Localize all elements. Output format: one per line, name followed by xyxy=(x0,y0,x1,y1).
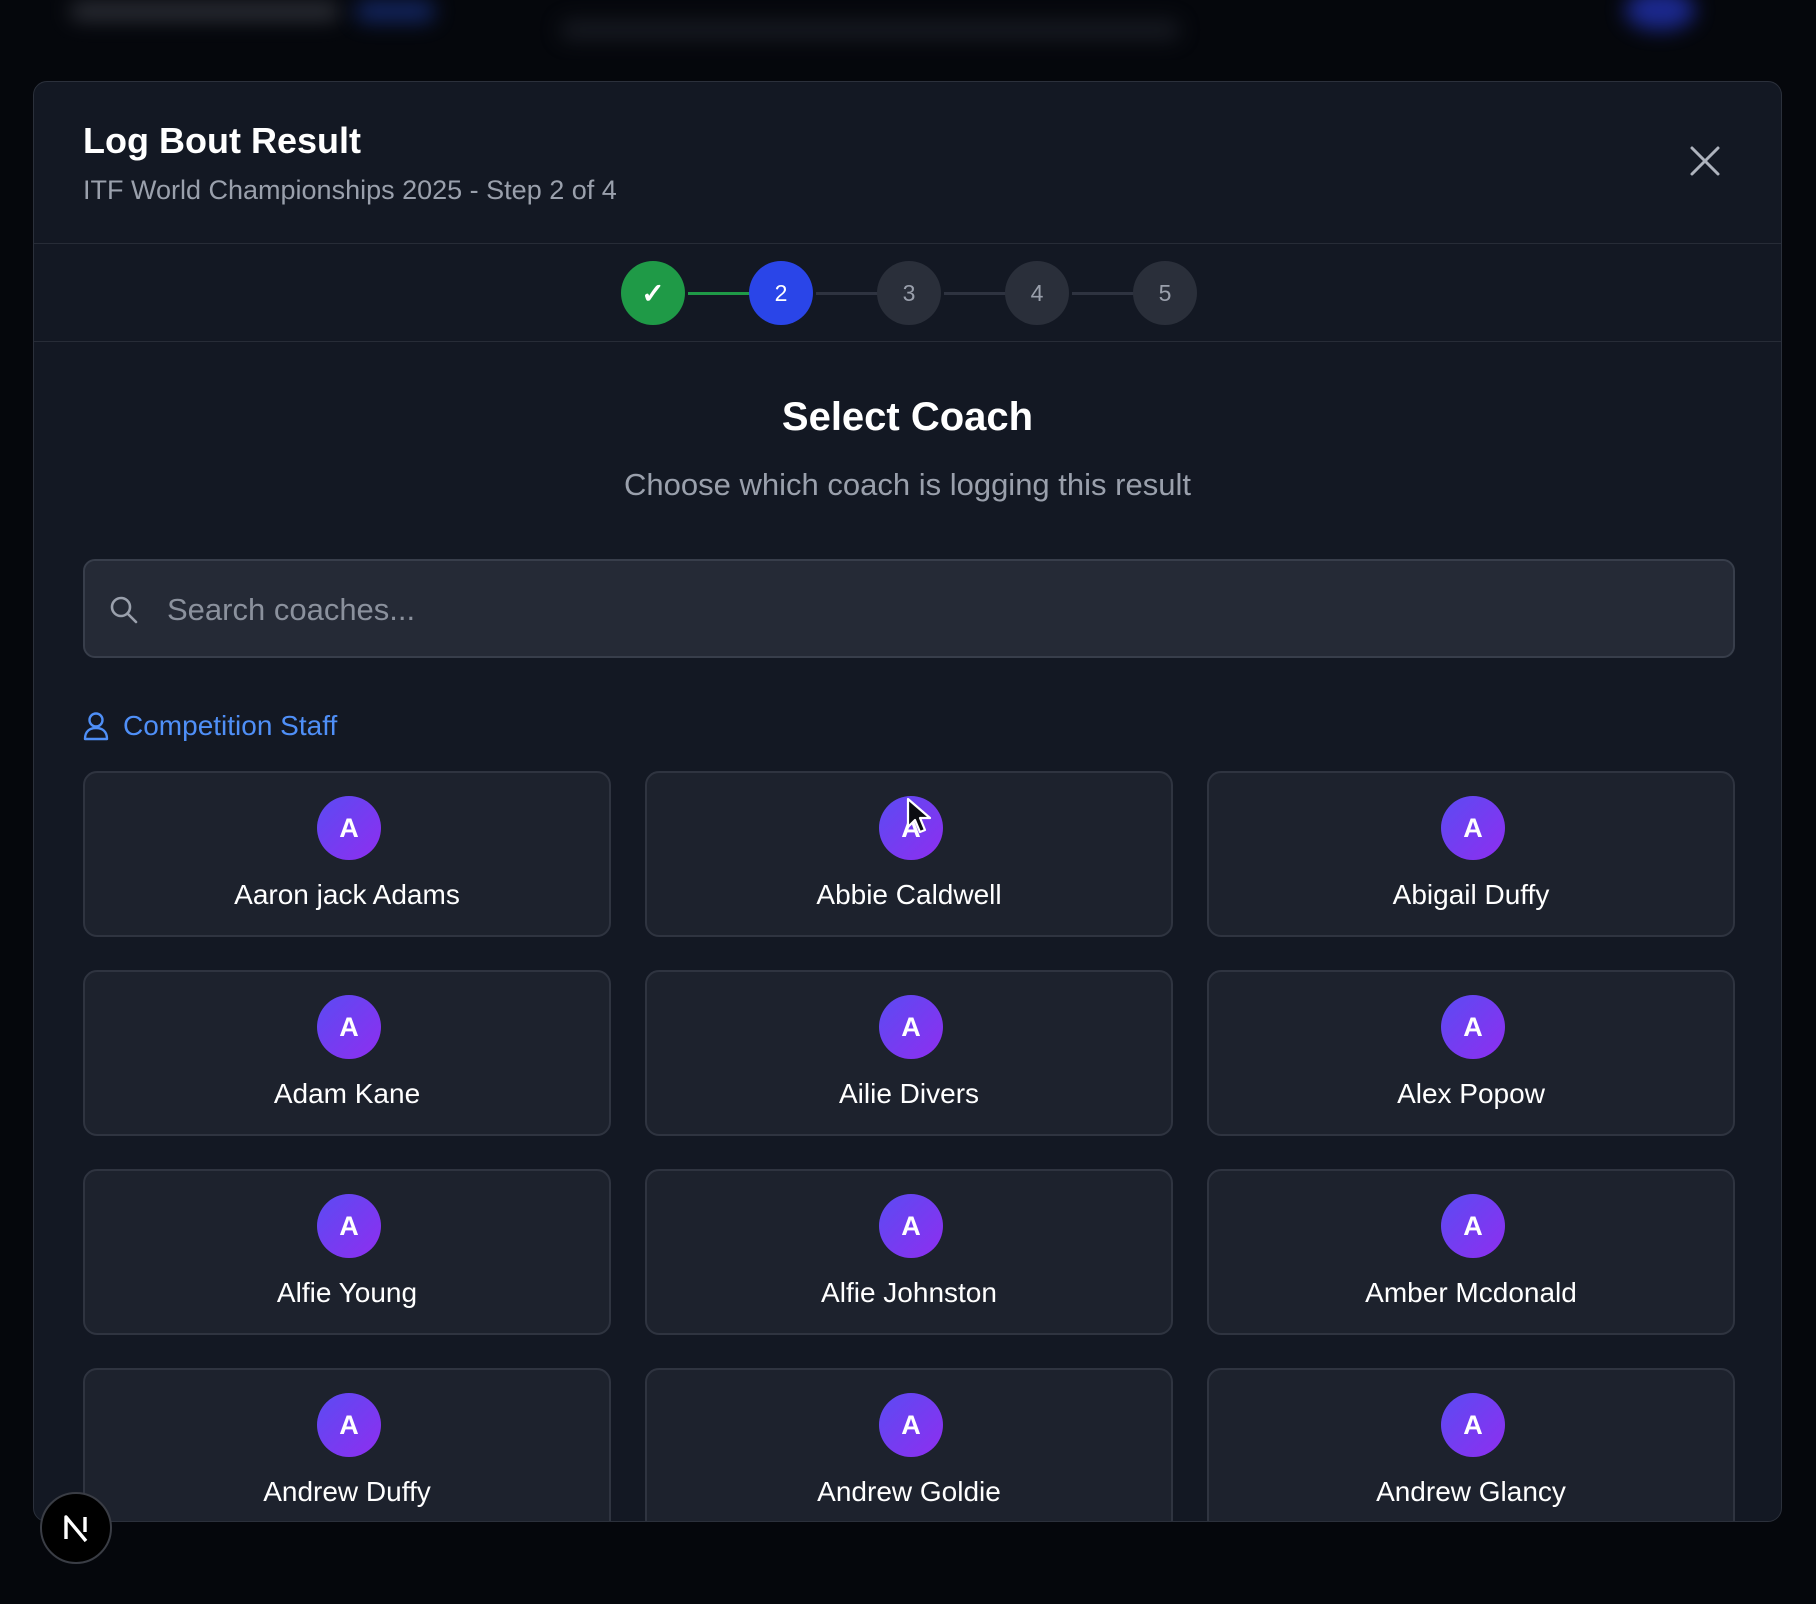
coach-name: Abigail Duffy xyxy=(1392,879,1550,910)
progress-stepper: ✓ 2 3 4 5 xyxy=(34,244,1781,342)
coach-name: Andrew Goldie xyxy=(817,1476,1001,1507)
background-blur xyxy=(70,2,340,20)
coach-card[interactable]: A Adam Kane xyxy=(83,970,611,1136)
avatar: A xyxy=(317,796,381,860)
coach-name: Abbie Caldwell xyxy=(816,879,1002,910)
step-2-active: 2 xyxy=(749,261,813,325)
modal-content: Select Coach Choose which coach is loggi… xyxy=(34,342,1781,1521)
coach-grid: A Aaron jack Adams A Abbie Caldwell A Ab… xyxy=(83,771,1735,1521)
coach-name: Amber Mcdonald xyxy=(1365,1277,1577,1308)
coach-card[interactable]: A Ailie Divers xyxy=(645,970,1173,1136)
avatar: A xyxy=(879,995,943,1059)
group-label: Competition Staff xyxy=(123,710,338,741)
step-connector xyxy=(1072,292,1142,295)
coach-card[interactable]: A Amber Mcdonald xyxy=(1207,1169,1735,1335)
close-button[interactable] xyxy=(1682,138,1728,184)
step-4: 4 xyxy=(1005,261,1069,325)
coach-card[interactable]: A Alfie Johnston xyxy=(645,1169,1173,1335)
step-connector xyxy=(816,292,886,295)
close-icon xyxy=(1690,146,1720,176)
avatar: A xyxy=(317,1393,381,1457)
user-icon xyxy=(83,712,109,741)
step-3: 3 xyxy=(877,261,941,325)
step-1-completed: ✓ xyxy=(621,261,685,325)
step-connector xyxy=(944,292,1014,295)
next-dev-badge[interactable] xyxy=(40,1492,112,1564)
section-title: Select Coach xyxy=(781,395,1034,439)
avatar: A xyxy=(879,1194,943,1258)
avatar: A xyxy=(1441,995,1505,1059)
avatar: A xyxy=(879,796,943,860)
avatar: A xyxy=(317,995,381,1059)
coach-card[interactable]: A Alex Popow xyxy=(1207,970,1735,1136)
modal-subtitle: ITF World Championships 2025 - Step 2 of… xyxy=(83,175,617,205)
coach-card[interactable]: A Alfie Young xyxy=(83,1169,611,1335)
background-blur xyxy=(560,20,1180,40)
coach-card[interactable]: A Aaron jack Adams xyxy=(83,771,611,937)
coach-card[interactable]: A Abbie Caldwell xyxy=(645,771,1173,937)
coach-card[interactable]: A Abigail Duffy xyxy=(1207,771,1735,937)
step-connector xyxy=(688,292,758,295)
coach-name: Ailie Divers xyxy=(838,1078,980,1109)
avatar: A xyxy=(1441,1393,1505,1457)
background-blur xyxy=(355,0,435,22)
step-5: 5 xyxy=(1133,261,1197,325)
background-page xyxy=(0,0,1816,60)
coach-card[interactable]: A Andrew Glancy xyxy=(1207,1368,1735,1521)
background-blur xyxy=(1625,0,1695,30)
avatar: A xyxy=(317,1194,381,1258)
avatar: A xyxy=(879,1393,943,1457)
avatar: A xyxy=(1441,796,1505,860)
modal-header: Log Bout Result ITF World Championships … xyxy=(34,82,1781,244)
search-icon xyxy=(110,596,138,624)
avatar: A xyxy=(1441,1194,1505,1258)
coach-name: Andrew Duffy xyxy=(263,1476,431,1507)
coach-name: Adam Kane xyxy=(273,1078,421,1109)
coach-name: Alfie Young xyxy=(276,1277,418,1308)
modal-title: Log Bout Result xyxy=(83,120,361,161)
coach-name: Alex Popow xyxy=(1397,1078,1545,1109)
coach-card[interactable]: A Andrew Goldie xyxy=(645,1368,1173,1521)
search-box xyxy=(83,559,1735,658)
group-competition-staff: Competition Staff xyxy=(83,708,337,744)
coach-name: Andrew Glancy xyxy=(1376,1476,1566,1507)
section-subtitle: Choose which coach is logging this resul… xyxy=(624,467,1191,502)
coach-name: Aaron jack Adams xyxy=(234,879,460,910)
n-logo-icon xyxy=(64,1515,88,1543)
log-bout-modal: Log Bout Result ITF World Championships … xyxy=(33,81,1782,1522)
coach-card[interactable]: A Andrew Duffy xyxy=(83,1368,611,1521)
coach-name: Alfie Johnston xyxy=(821,1277,997,1308)
search-input[interactable] xyxy=(165,561,1709,658)
